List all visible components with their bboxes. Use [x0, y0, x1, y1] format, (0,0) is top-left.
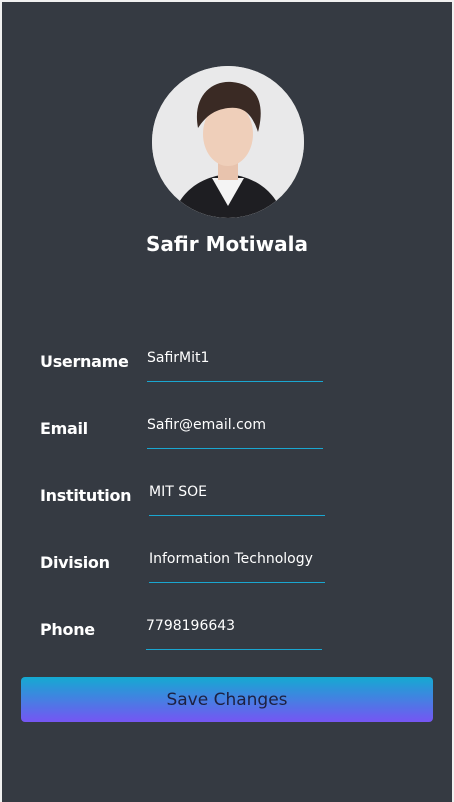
division-row: Division	[2, 541, 452, 591]
phone-input[interactable]	[146, 608, 322, 650]
username-label: Username	[40, 352, 129, 371]
phone-label: Phone	[40, 620, 95, 639]
institution-row: Institution	[2, 474, 452, 524]
division-label: Division	[40, 553, 110, 572]
email-row: Email	[2, 407, 452, 457]
institution-label: Institution	[40, 486, 132, 505]
avatar	[152, 66, 304, 218]
username-input[interactable]	[147, 340, 323, 382]
email-label: Email	[40, 419, 88, 438]
profile-name: Safir Motiwala	[146, 232, 308, 256]
avatar-image	[152, 66, 304, 218]
email-input[interactable]	[147, 407, 323, 449]
phone-row: Phone	[2, 608, 452, 658]
division-input[interactable]	[149, 541, 325, 583]
institution-input[interactable]	[149, 474, 325, 516]
username-row: Username	[2, 340, 452, 390]
save-changes-button[interactable]: Save Changes	[21, 677, 433, 722]
profile-screen: Safir Motiwala Username Email Institutio…	[2, 2, 452, 802]
